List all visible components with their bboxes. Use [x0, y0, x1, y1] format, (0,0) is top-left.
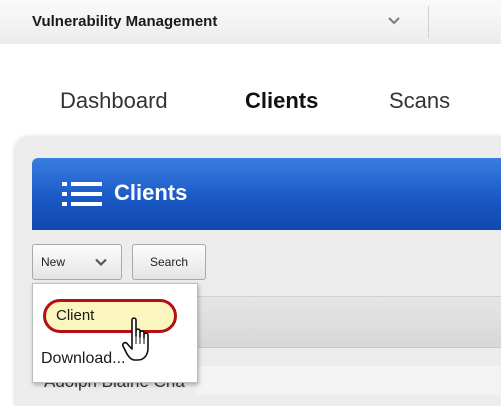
tab-dashboard[interactable]: Dashboard	[60, 88, 168, 114]
new-dropdown-menu: Client Download...	[32, 283, 198, 383]
table-row-blurred	[196, 366, 501, 395]
panel-header	[32, 158, 501, 230]
chevron-down-icon	[95, 258, 107, 267]
new-button[interactable]: New	[32, 244, 122, 280]
list-icon	[62, 182, 102, 206]
tab-scans[interactable]: Scans	[389, 88, 450, 114]
chevron-down-icon[interactable]	[388, 16, 400, 26]
app-selector-bar[interactable]: Vulnerability Management	[0, 0, 501, 45]
panel-title: Clients	[114, 180, 188, 205]
menu-item-download[interactable]: Download...	[41, 350, 126, 368]
app-title: Vulnerability Management	[32, 13, 218, 30]
new-button-label: New	[41, 255, 66, 269]
table-header	[195, 296, 501, 348]
search-button[interactable]: Search	[132, 244, 206, 280]
tab-clients[interactable]: Clients	[245, 88, 318, 114]
divider	[428, 6, 429, 38]
hand-pointer-icon	[122, 317, 149, 361]
main-nav: Dashboard Clients Scans	[0, 44, 501, 140]
